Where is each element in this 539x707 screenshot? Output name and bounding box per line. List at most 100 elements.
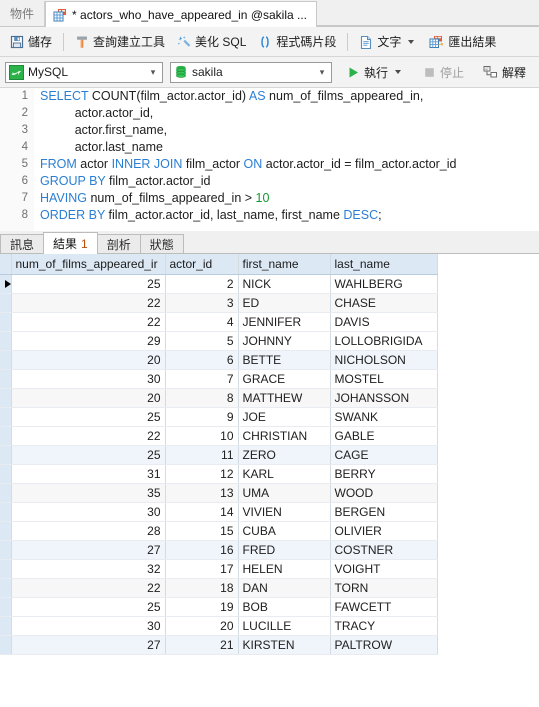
cell-last-name[interactable]: FAWCETT [330, 597, 438, 617]
sql-editor[interactable]: 1 2 3 4 5 6 7 8 SELECT COUNT(film_actor.actor_i… [0, 88, 539, 231]
cell-num-of-films[interactable]: 25 [11, 597, 166, 617]
cell-num-of-films[interactable]: 20 [11, 350, 166, 370]
cell-actor-id[interactable]: 14 [165, 502, 239, 522]
cell-last-name[interactable]: OLIVIER [330, 521, 438, 541]
cell-last-name[interactable]: BERRY [330, 464, 438, 484]
chevron-down-icon[interactable] [408, 39, 415, 44]
cell-last-name[interactable]: LOLLOBRIGIDA [330, 331, 438, 351]
table-row[interactable]: 30 7 GRACE MOSTEL [0, 369, 438, 389]
cell-first-name[interactable]: VIVIEN [238, 502, 331, 522]
cell-num-of-films[interactable]: 27 [11, 635, 166, 655]
cell-num-of-films[interactable]: 25 [11, 274, 166, 294]
cell-num-of-films[interactable]: 30 [11, 502, 166, 522]
column-header-actor-id[interactable]: actor_id [165, 254, 239, 275]
table-row[interactable]: 28 15 CUBA OLIVIER [0, 521, 438, 541]
table-row[interactable]: 31 12 KARL BERRY [0, 464, 438, 484]
cell-num-of-films[interactable]: 25 [11, 407, 166, 427]
row-selector[interactable] [0, 388, 12, 408]
cell-first-name[interactable]: NICK [238, 274, 331, 294]
cell-num-of-films[interactable]: 25 [11, 445, 166, 465]
cell-first-name[interactable]: DAN [238, 578, 331, 598]
cell-last-name[interactable]: VOIGHT [330, 559, 438, 579]
cell-first-name[interactable]: JOHNNY [238, 331, 331, 351]
row-selector[interactable] [0, 464, 12, 484]
cell-first-name[interactable]: MATTHEW [238, 388, 331, 408]
cell-actor-id[interactable]: 10 [165, 426, 239, 446]
row-selector[interactable] [0, 407, 12, 427]
column-header-num-of-films[interactable]: num_of_films_appeared_ir [11, 254, 166, 275]
cell-num-of-films[interactable]: 29 [11, 331, 166, 351]
row-selector[interactable] [0, 445, 12, 465]
cell-first-name[interactable]: FRED [238, 540, 331, 560]
cell-first-name[interactable]: JOE [238, 407, 331, 427]
text-output-button[interactable]: 文字 [353, 30, 423, 53]
cell-first-name[interactable]: BETTE [238, 350, 331, 370]
explain-button[interactable]: 解釋 [477, 61, 532, 84]
row-selector[interactable] [0, 426, 12, 446]
table-row[interactable]: 20 6 BETTE NICHOLSON [0, 350, 438, 370]
chevron-down-icon[interactable] [395, 70, 402, 74]
cell-last-name[interactable]: JOHANSSON [330, 388, 438, 408]
cell-actor-id[interactable]: 20 [165, 616, 239, 636]
code-snippet-button[interactable]: 程式碼片段 [252, 30, 342, 53]
cell-actor-id[interactable]: 15 [165, 521, 239, 541]
table-row[interactable]: 20 8 MATTHEW JOHANSSON [0, 388, 438, 408]
table-row[interactable]: 22 18 DAN TORN [0, 578, 438, 598]
row-selector[interactable] [0, 312, 12, 332]
cell-last-name[interactable]: MOSTEL [330, 369, 438, 389]
chevron-down-icon[interactable]: ▾ [315, 67, 329, 78]
cell-actor-id[interactable]: 4 [165, 312, 239, 332]
table-row[interactable]: 22 3 ED CHASE [0, 293, 438, 313]
result-grid[interactable]: num_of_films_appeared_ir actor_id first_… [0, 254, 539, 655]
row-selector[interactable] [0, 540, 12, 560]
cell-first-name[interactable]: KARL [238, 464, 331, 484]
cell-last-name[interactable]: PALTROW [330, 635, 438, 655]
result-tab-0[interactable]: 訊息 [0, 234, 45, 253]
cell-actor-id[interactable]: 9 [165, 407, 239, 427]
chevron-down-icon[interactable]: ▾ [146, 67, 160, 78]
row-selector[interactable] [0, 350, 12, 370]
table-row[interactable]: 25 2 NICK WAHLBERG [0, 274, 438, 294]
cell-actor-id[interactable]: 21 [165, 635, 239, 655]
cell-last-name[interactable]: WAHLBERG [330, 274, 438, 294]
row-selector[interactable] [0, 597, 12, 617]
query-builder-button[interactable]: 查詢建立工具 [69, 30, 171, 53]
cell-last-name[interactable]: DAVIS [330, 312, 438, 332]
cell-actor-id[interactable]: 19 [165, 597, 239, 617]
cell-actor-id[interactable]: 7 [165, 369, 239, 389]
cell-actor-id[interactable]: 18 [165, 578, 239, 598]
cell-first-name[interactable]: CHRISTIAN [238, 426, 331, 446]
cell-num-of-films[interactable]: 22 [11, 293, 166, 313]
table-row[interactable]: 30 20 LUCILLE TRACY [0, 616, 438, 636]
cell-actor-id[interactable]: 16 [165, 540, 239, 560]
cell-actor-id[interactable]: 13 [165, 483, 239, 503]
cell-first-name[interactable]: LUCILLE [238, 616, 331, 636]
cell-num-of-films[interactable]: 22 [11, 312, 166, 332]
cell-actor-id[interactable]: 12 [165, 464, 239, 484]
cell-num-of-films[interactable]: 27 [11, 540, 166, 560]
table-row[interactable]: 27 21 KIRSTEN PALTROW [0, 635, 438, 655]
row-selector[interactable] [0, 616, 12, 636]
table-row[interactable]: 35 13 UMA WOOD [0, 483, 438, 503]
row-selector[interactable] [0, 578, 12, 598]
cell-last-name[interactable]: NICHOLSON [330, 350, 438, 370]
cell-first-name[interactable]: KIRSTEN [238, 635, 331, 655]
cell-actor-id[interactable]: 8 [165, 388, 239, 408]
run-button[interactable]: 執行 [341, 61, 410, 84]
cell-last-name[interactable]: SWANK [330, 407, 438, 427]
result-table-body[interactable]: 25 2 NICK WAHLBERG 22 3 ED CHASE 22 4 JENNIFER DAVI… [0, 274, 438, 655]
row-selector[interactable] [0, 274, 12, 294]
cell-first-name[interactable]: BOB [238, 597, 331, 617]
cell-first-name[interactable]: ZERO [238, 445, 331, 465]
row-selector[interactable] [0, 293, 12, 313]
cell-actor-id[interactable]: 17 [165, 559, 239, 579]
column-header-first-name[interactable]: first_name [238, 254, 331, 275]
cell-num-of-films[interactable]: 32 [11, 559, 166, 579]
cell-num-of-films[interactable]: 22 [11, 426, 166, 446]
table-row[interactable]: 32 17 HELEN VOIGHT [0, 559, 438, 579]
beautify-sql-button[interactable]: 美化 SQL [171, 30, 252, 53]
cell-actor-id[interactable]: 5 [165, 331, 239, 351]
tab-objects[interactable]: 物件 [0, 1, 46, 26]
cell-actor-id[interactable]: 11 [165, 445, 239, 465]
cell-first-name[interactable]: UMA [238, 483, 331, 503]
